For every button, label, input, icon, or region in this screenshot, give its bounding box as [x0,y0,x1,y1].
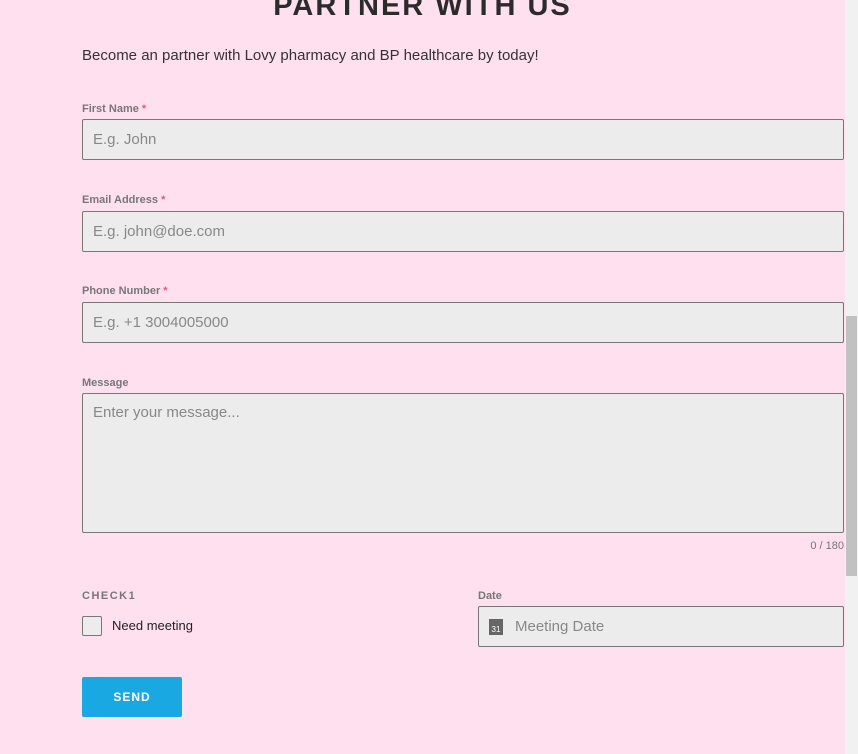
calendar-icon: 31 [489,618,503,635]
send-button[interactable]: SEND [82,677,182,717]
first-name-label: First Name * [82,103,146,115]
first-name-input[interactable]: E.g. John [82,119,844,160]
placeholder: E.g. john@doe.com [93,223,225,240]
message-label: Message [82,377,129,389]
placeholder: Meeting Date [515,618,605,635]
required-mark: * [141,103,147,115]
placeholder: Enter your message... [93,404,240,421]
char-counter: 0 / 180 [810,540,844,552]
subtitle: Become an partner with Lovy pharmacy and… [82,47,539,64]
label-text: Phone Number [82,285,161,297]
phone-label: Phone Number * [82,285,168,297]
placeholder: E.g. John [93,131,157,148]
required-mark: * [163,285,168,297]
date-label: Date [478,590,502,602]
need-meeting-checkbox[interactable] [82,616,102,636]
need-meeting-label[interactable]: Need meeting [112,618,193,633]
label-text: First Name [82,103,139,115]
scrollbar[interactable] [845,0,858,754]
email-input[interactable]: E.g. john@doe.com [82,211,844,252]
required-mark: * [161,194,166,206]
phone-input[interactable]: E.g. +1 3004005000 [82,302,844,343]
message-textarea[interactable]: Enter your message... [82,393,844,533]
placeholder: E.g. +1 3004005000 [93,314,229,331]
page-title: PARTNER WITH US [273,0,572,22]
date-input[interactable]: 31 Meeting Date [478,606,844,647]
check-label: CHECK1 [82,590,137,602]
scrollbar-thumb[interactable] [846,316,857,576]
email-label: Email Address * [82,194,165,206]
label-text: Email Address [82,194,159,206]
